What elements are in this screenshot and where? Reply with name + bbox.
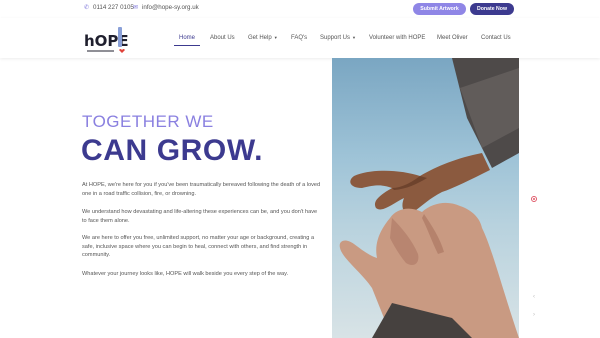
hero-paragraph-2: We understand how devastating and life-a…	[82, 209, 318, 224]
nav-volunteer[interactable]: Volunteer with HOPE	[369, 35, 425, 41]
email-contact[interactable]: ✉ info@hope-sy.org.uk	[133, 4, 199, 11]
hero-paragraph-4: Whatever your journey looks like, HOPE w…	[82, 271, 289, 277]
chevron-down-icon: ▼	[273, 35, 278, 40]
hero-pre-title: TOGETHER WE	[82, 112, 214, 131]
chevron-down-icon: ▼	[352, 35, 356, 40]
phone-icon: ✆	[84, 4, 90, 11]
nav-support-us-label: Support Us	[320, 35, 351, 42]
site-header: hOPE Home About Us Get Help ▼ FAQ's Suppo…	[0, 18, 600, 58]
phone-contact[interactable]: ✆ 0114 227 0105	[84, 4, 134, 11]
nav-get-help-label: Get Help	[248, 35, 272, 42]
hero-title: CAN GROW.	[81, 134, 264, 167]
chevron-right-icon[interactable]: ›	[530, 311, 538, 319]
nav-meet-oliver[interactable]: Meet Oliver	[437, 35, 468, 41]
hope-logo[interactable]: hOPE	[84, 24, 128, 56]
nav-faqs[interactable]: FAQ's	[291, 35, 307, 41]
nav-get-help[interactable]: Get Help ▼	[248, 35, 278, 41]
email-address[interactable]: info@hope-sy.org.uk	[142, 4, 199, 11]
mail-icon: ✉	[133, 4, 139, 11]
submit-artwork-button[interactable]: Submit Artwork	[413, 3, 466, 15]
hero-paragraph-3: We are here to offer you free, unlimited…	[82, 235, 315, 259]
donate-now-button[interactable]: Donate Now	[470, 3, 514, 15]
slider-indicator-dot[interactable]	[531, 196, 537, 202]
top-bar: ✆ 0114 227 0105 ✉ info@hope-sy.org.uk Su…	[0, 0, 600, 18]
nav-contact-us[interactable]: Contact Us	[481, 35, 511, 41]
hero-image-hands	[332, 58, 519, 338]
phone-number[interactable]: 0114 227 0105	[93, 4, 134, 11]
chevron-left-icon[interactable]: ‹	[530, 293, 538, 301]
nav-support-us[interactable]: Support Us ▼	[320, 35, 356, 41]
nav-active-indicator	[174, 45, 200, 46]
hands-illustration	[339, 58, 519, 338]
hero-paragraph-1: At HOPE, we're here for you if you've be…	[82, 182, 321, 197]
nav-about-us[interactable]: About Us	[210, 35, 235, 41]
nav-home[interactable]: Home	[179, 35, 195, 41]
